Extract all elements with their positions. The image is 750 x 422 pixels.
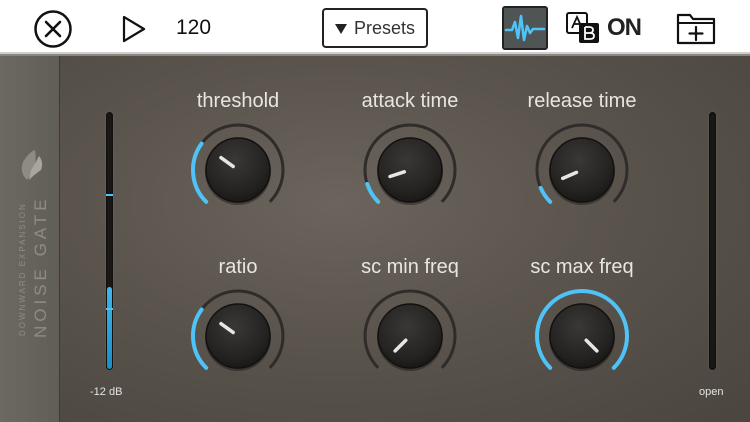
release-time-knob[interactable] xyxy=(532,118,632,218)
sc-min-freq-knob-unit: sc min freq xyxy=(335,256,485,406)
output-meter-label: open xyxy=(699,386,724,398)
plugin-subtitle: DOWNWARD EXPANSION xyxy=(18,202,27,336)
input-level-meter xyxy=(106,112,113,370)
leaf-logo-icon xyxy=(21,150,43,180)
play-icon xyxy=(122,15,146,43)
release-time-knob-unit: release time xyxy=(507,90,657,240)
knob-cap xyxy=(549,303,615,369)
meter-marker xyxy=(106,308,113,310)
save-folder-button[interactable] xyxy=(676,10,716,46)
ratio-knob[interactable] xyxy=(188,284,288,384)
toolbar: 120 Presets ON xyxy=(0,0,750,54)
knob-cap xyxy=(205,137,271,203)
close-button[interactable] xyxy=(33,9,73,49)
knob-value-arc xyxy=(191,307,209,370)
input-meter-label: -12 dB xyxy=(90,386,123,398)
threshold-knob[interactable] xyxy=(188,118,288,218)
attack-time-knob[interactable] xyxy=(360,118,460,218)
input-level-fill xyxy=(107,287,112,369)
knob-label: sc max freq xyxy=(530,256,634,278)
knob-cap xyxy=(205,303,271,369)
knob-value-arc xyxy=(191,141,209,204)
knob-value-arc xyxy=(538,185,553,204)
knob-value-arc xyxy=(365,181,381,204)
sc-max-freq-knob[interactable] xyxy=(532,284,632,384)
ab-on-label[interactable]: ON xyxy=(607,12,642,44)
waveform-icon xyxy=(504,14,546,42)
meter-marker xyxy=(106,194,113,196)
knob-label: release time xyxy=(527,90,637,112)
close-icon xyxy=(34,10,72,48)
noise-gate-panel: DOWNWARD EXPANSION NOISE GATE -12 dB ope… xyxy=(0,54,750,422)
tempo-display[interactable]: 120 xyxy=(176,13,211,43)
presets-label: Presets xyxy=(353,17,416,38)
knob-label: ratio xyxy=(218,256,258,278)
dropdown-arrow-icon xyxy=(334,23,347,34)
waveform-view-button[interactable] xyxy=(502,6,548,50)
folder-add-icon xyxy=(676,13,716,45)
knob-label: sc min freq xyxy=(361,256,459,278)
knob-cap xyxy=(377,303,443,369)
plugin-title: NOISE GATE xyxy=(31,195,50,338)
ab-compare-icon xyxy=(566,12,599,43)
plugin-side-strip: DOWNWARD EXPANSION NOISE GATE xyxy=(0,56,60,422)
knob-label: attack time xyxy=(361,90,459,112)
gate-output-meter xyxy=(709,112,716,370)
sc-min-freq-knob[interactable] xyxy=(360,284,460,384)
ab-compare-button[interactable] xyxy=(565,10,601,46)
attack-time-knob-unit: attack time xyxy=(335,90,485,240)
knob-cap xyxy=(549,137,615,203)
threshold-knob-unit: threshold xyxy=(163,90,313,240)
knob-label: threshold xyxy=(196,90,280,112)
ratio-knob-unit: ratio xyxy=(163,256,313,406)
sc-max-freq-knob-unit: sc max freq xyxy=(507,256,657,406)
play-button[interactable] xyxy=(116,12,150,46)
knob-cap xyxy=(377,137,443,203)
presets-button[interactable]: Presets xyxy=(322,8,428,48)
